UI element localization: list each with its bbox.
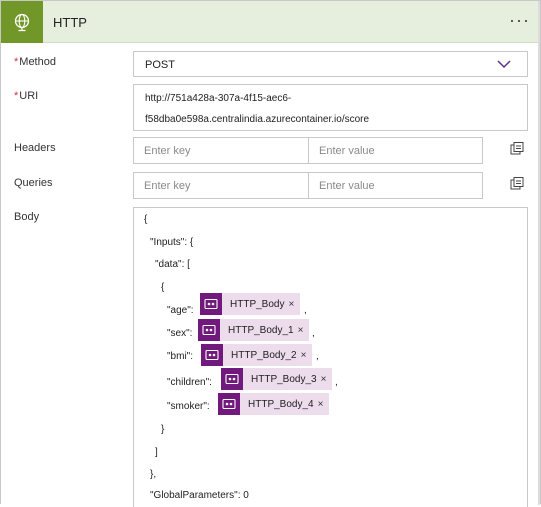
header-icon-box <box>1 1 43 43</box>
token-remove-button[interactable]: × <box>288 299 300 310</box>
method-value: POST <box>145 59 175 71</box>
dynamic-content-token-bmi[interactable]: HTTP_Body_2 × <box>201 344 313 366</box>
code-key-children: "children": <box>167 377 212 388</box>
code-line: ] <box>155 447 158 458</box>
headers-value-placeholder: Enter value <box>319 145 375 157</box>
code-key-smoker: "smoker": <box>167 401 210 412</box>
uri-value-line1: http://751a428a-307a-4f15-aec6- <box>145 93 292 104</box>
dynamic-content-token-children[interactable]: HTTP_Body_3 × <box>221 368 333 390</box>
headers-key-placeholder: Enter key <box>144 145 191 157</box>
code-comma: , <box>312 328 315 339</box>
code-line: "GlobalParameters": 0 <box>150 490 249 501</box>
token-label: HTTP_Body_4 <box>248 398 314 410</box>
code-line: "Inputs": { <box>150 237 194 248</box>
code-key-sex: "sex": <box>167 328 193 339</box>
token-label: HTTP_Body_2 <box>231 349 297 361</box>
token-remove-button[interactable]: × <box>298 325 310 336</box>
token-remove-button[interactable]: × <box>301 350 313 361</box>
switch-to-text-mode-icon[interactable] <box>509 141 525 157</box>
queries-key-placeholder: Enter key <box>144 180 191 192</box>
http-token-icon <box>201 344 223 366</box>
queries-value-input[interactable]: Enter value <box>308 172 483 199</box>
http-token-icon <box>200 293 222 315</box>
uri-field[interactable]: http://751a428a-307a-4f15-aec6- f58dba0e… <box>133 84 528 131</box>
code-line: "data": [ <box>155 259 190 270</box>
http-token-icon <box>221 368 243 390</box>
code-comma: , <box>304 305 307 316</box>
http-token-icon <box>198 319 220 341</box>
code-line: { <box>161 282 165 293</box>
method-dropdown[interactable]: POST <box>133 51 528 77</box>
uri-value-line2: f58dba0e598a.centralindia.azurecontainer… <box>145 114 370 125</box>
code-comma: , <box>335 377 338 388</box>
dynamic-content-token-smoker[interactable]: HTTP_Body_4 × <box>218 393 330 415</box>
scrollbar-edge <box>538 1 540 505</box>
dynamic-content-token-sex[interactable]: HTTP_Body_1 × <box>198 319 310 341</box>
method-label: *Method <box>14 56 56 68</box>
method-label-text: Method <box>19 56 56 68</box>
code-key-age: "age": <box>167 305 194 316</box>
queries-label: Queries <box>14 177 53 189</box>
chevron-down-icon <box>497 60 511 69</box>
queries-value-placeholder: Enter value <box>319 180 375 192</box>
code-line: { <box>144 214 148 225</box>
token-label: HTTP_Body_3 <box>251 373 317 385</box>
switch-to-text-mode-icon[interactable] <box>509 176 525 192</box>
headers-value-input[interactable]: Enter value <box>308 137 483 164</box>
code-line: }, <box>150 469 157 480</box>
code-key-bmi: "bmi": <box>167 351 193 362</box>
token-label: HTTP_Body <box>230 298 285 310</box>
token-label: HTTP_Body_1 <box>228 324 294 336</box>
headers-key-input[interactable]: Enter key <box>133 137 309 164</box>
required-mark: * <box>14 90 19 102</box>
http-action-card: HTTP ··· *Method POST *URI http://751a42… <box>0 0 541 507</box>
card-title: HTTP <box>53 15 87 30</box>
http-token-icon <box>218 393 240 415</box>
token-remove-button[interactable]: × <box>318 399 330 410</box>
card-header[interactable]: HTTP ··· <box>1 1 540 43</box>
required-mark: * <box>14 56 19 68</box>
uri-label: *URI <box>14 90 38 102</box>
token-remove-button[interactable]: × <box>321 374 333 385</box>
dynamic-content-token-age[interactable]: HTTP_Body × <box>200 293 301 315</box>
queries-key-input[interactable]: Enter key <box>133 172 309 199</box>
uri-label-text: URI <box>19 90 39 102</box>
more-options-button[interactable]: ··· <box>509 10 530 31</box>
code-line: } <box>161 424 165 435</box>
code-comma: , <box>316 351 319 362</box>
body-label: Body <box>14 211 40 223</box>
headers-label: Headers <box>14 142 56 154</box>
globe-icon <box>14 13 30 32</box>
